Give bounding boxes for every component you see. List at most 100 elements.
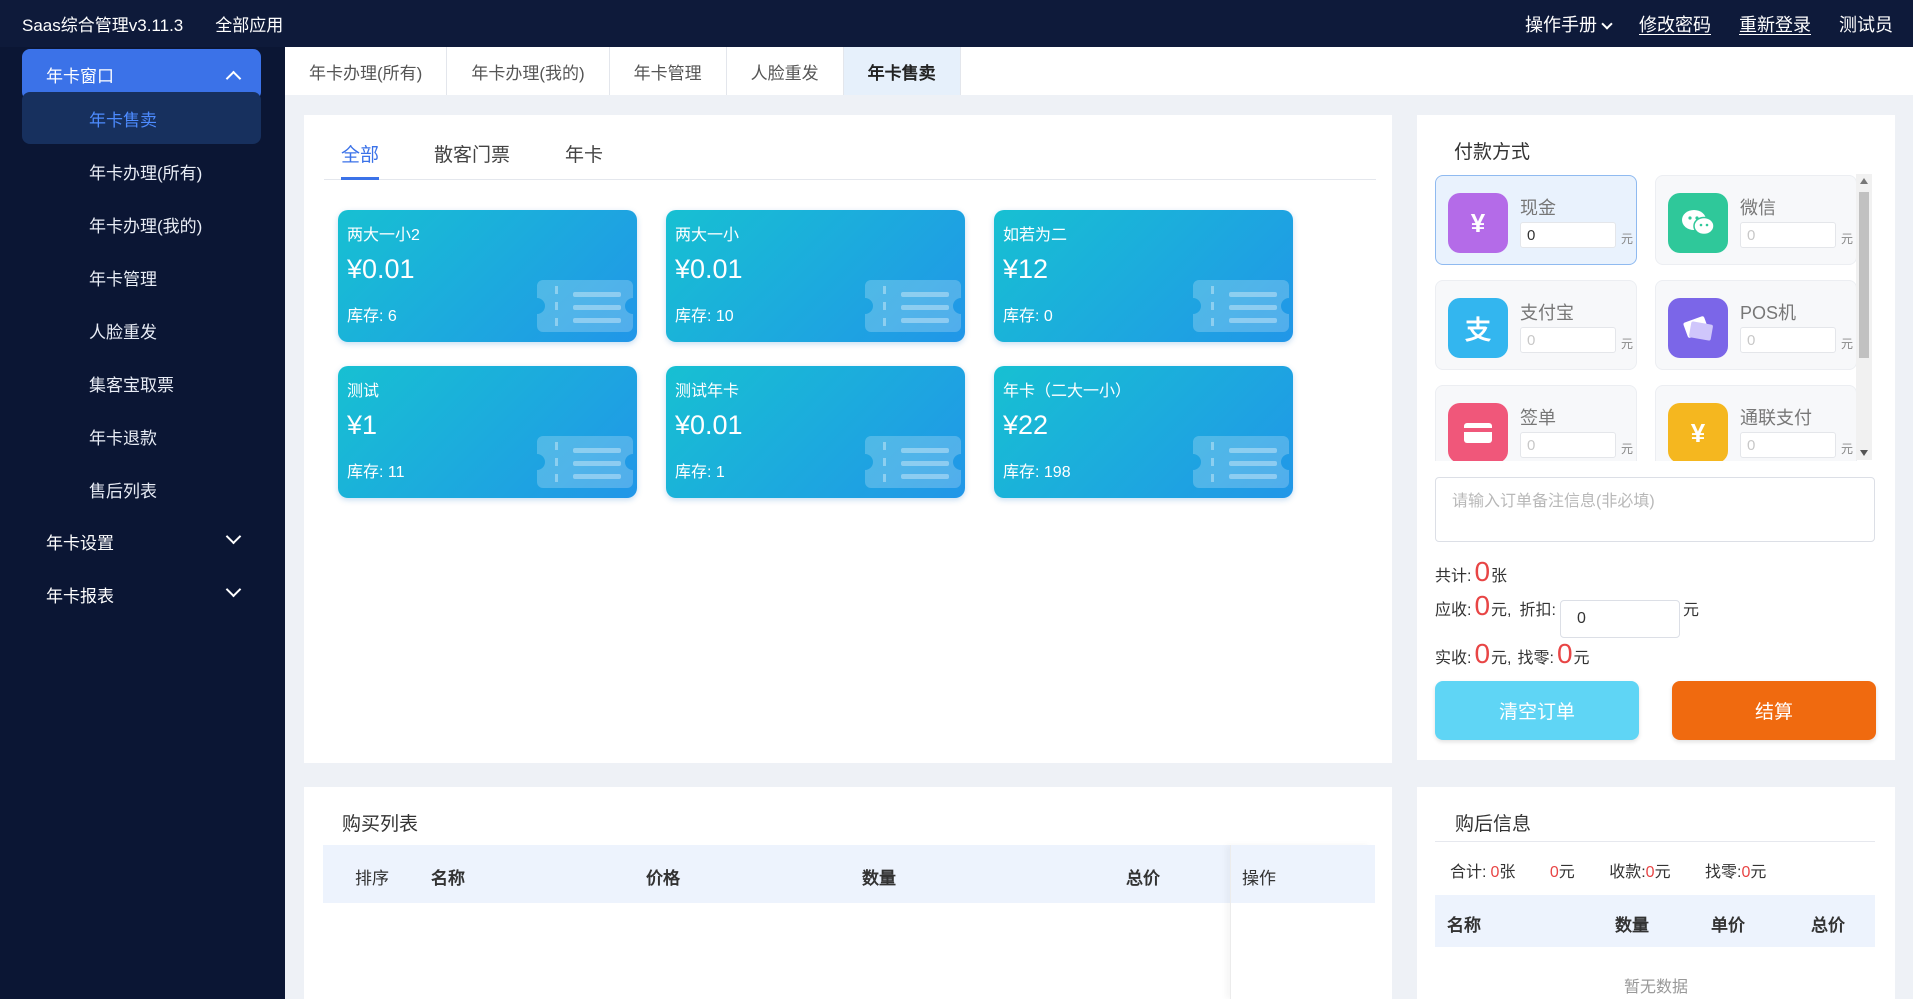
change-unit: 元: [1573, 650, 1590, 667]
product-stock: 库存: 10: [675, 302, 734, 326]
manual-dropdown[interactable]: 操作手册: [1525, 11, 1613, 37]
pay-method-label: 现金: [1520, 198, 1556, 218]
product-card[interactable]: 年卡（二大一小） ¥22 库存: 198: [994, 366, 1293, 498]
total-count-line: 共计: 0 张: [1435, 556, 1507, 588]
category-tab-annual-card[interactable]: 年卡: [548, 140, 603, 179]
sidebar-item-card-refund[interactable]: 年卡退款: [22, 410, 261, 462]
sidebar: 年卡窗口 年卡售卖 年卡办理(所有) 年卡办理(我的) 年卡管理 人脸重发 集客…: [0, 47, 285, 999]
product-price: ¥1: [347, 410, 378, 440]
pay-method-label: 支付宝: [1520, 303, 1574, 323]
after-table-header: 名称 数量 单价 总价: [1435, 895, 1875, 947]
change-password-link[interactable]: 修改密码: [1639, 11, 1711, 37]
col-quantity: 数量: [1615, 916, 1649, 935]
receivable-line: 应收: 0 元, 折扣: 元: [1435, 590, 1699, 638]
product-card[interactable]: 测试 ¥1 库存: 11: [338, 366, 637, 498]
sign-bill-amount-input[interactable]: [1520, 432, 1616, 458]
product-card[interactable]: 如若为二 ¥12 库存: 0: [994, 210, 1293, 342]
total-unit: 张: [1491, 568, 1508, 585]
chevron-up-icon: [225, 70, 242, 87]
receivable-amount: 0: [1474, 590, 1491, 621]
payment-scrollbar[interactable]: [1856, 174, 1872, 460]
category-tab-all[interactable]: 全部: [324, 140, 380, 180]
discount-input[interactable]: [1559, 600, 1680, 638]
change-label: 找零:: [1517, 650, 1554, 667]
scroll-up-icon[interactable]: [1860, 178, 1868, 184]
money-bag-icon: ¥: [1448, 193, 1508, 253]
col-name: 名称: [1447, 916, 1481, 935]
chevron-down-icon: [225, 528, 242, 545]
sidebar-group-card-settings[interactable]: 年卡设置: [22, 516, 261, 567]
stock-value: 10: [715, 308, 734, 325]
buy-list-title: 购买列表: [342, 814, 419, 835]
pay-method-wechat[interactable]: 微信 元: [1655, 175, 1857, 265]
sidebar-group-label: 年卡设置: [46, 534, 114, 553]
after-yuan: 元: [1654, 864, 1671, 881]
pay-method-label: 通联支付: [1740, 408, 1812, 428]
col-name: 名称: [431, 869, 465, 888]
alipay-icon: 支: [1448, 298, 1508, 358]
pos-amount-input[interactable]: [1740, 327, 1836, 353]
pay-method-pos[interactable]: POS机 元: [1655, 280, 1857, 370]
product-price: ¥0.01: [347, 254, 415, 284]
scroll-thumb[interactable]: [1859, 192, 1869, 358]
pay-method-sign-bill[interactable]: 签单 元: [1435, 385, 1637, 461]
sidebar-group-card-reports[interactable]: 年卡报表: [22, 569, 261, 620]
tab-card-manage[interactable]: 年卡管理: [610, 47, 727, 95]
col-price: 价格: [646, 869, 680, 888]
alipay-amount-input[interactable]: [1520, 327, 1616, 353]
tab-card-handle-mine[interactable]: 年卡办理(我的): [447, 47, 610, 95]
actual-line: 实收: 0 元, 找零: 0 元: [1435, 638, 1590, 670]
settle-button[interactable]: 结算: [1672, 681, 1876, 740]
all-apps-link[interactable]: 全部应用: [215, 11, 283, 36]
sidebar-item-face-resend[interactable]: 人脸重发: [22, 304, 261, 356]
actual-amount: 0: [1474, 638, 1491, 669]
product-name: 两大一小2: [347, 227, 420, 244]
product-card[interactable]: 两大一小 ¥0.01 库存: 10: [666, 210, 965, 342]
sidebar-item-card-manage[interactable]: 年卡管理: [22, 251, 261, 303]
allinpay-amount-input[interactable]: [1740, 432, 1836, 458]
col-total: 总价: [1811, 916, 1845, 935]
unit-label: 元: [1621, 232, 1634, 246]
stock-value: 198: [1043, 464, 1071, 481]
stock-label: 库存:: [1003, 308, 1040, 325]
unit-label: 元: [1841, 337, 1854, 351]
app-brand: Saas综合管理v3.11.3: [22, 16, 184, 35]
product-price: ¥22: [1003, 410, 1049, 440]
after-total-label: 合计:: [1450, 864, 1487, 881]
product-price: ¥0.01: [675, 410, 743, 440]
tab-face-resend[interactable]: 人脸重发: [727, 47, 844, 95]
product-stock: 库存: 11: [347, 458, 405, 482]
actual-unit: 元,: [1491, 650, 1512, 667]
pay-method-allinpay[interactable]: ¥ 通联支付 元: [1655, 385, 1857, 461]
cash-amount-input[interactable]: [1520, 222, 1616, 248]
product-card[interactable]: 两大一小2 ¥0.01 库存: 6: [338, 210, 637, 342]
sidebar-item-card-sale[interactable]: 年卡售卖: [22, 92, 261, 144]
stock-value: 1: [715, 464, 725, 481]
category-tab-tickets[interactable]: 散客门票: [417, 140, 510, 179]
clear-order-button[interactable]: 清空订单: [1435, 681, 1639, 740]
scroll-down-icon[interactable]: [1860, 450, 1868, 456]
wechat-amount-input[interactable]: [1740, 222, 1836, 248]
pay-method-alipay[interactable]: 支 支付宝 元: [1435, 280, 1637, 370]
pay-method-cash[interactable]: ¥ 现金 元: [1435, 175, 1637, 265]
order-remark-input[interactable]: [1435, 477, 1875, 542]
sidebar-item-card-handle-mine[interactable]: 年卡办理(我的): [22, 198, 261, 250]
tab-card-sale[interactable]: 年卡售卖: [843, 47, 961, 95]
product-card[interactable]: 测试年卡 ¥0.01 库存: 1: [666, 366, 965, 498]
relogin-link[interactable]: 重新登录: [1739, 11, 1811, 37]
sidebar-item-ticket-pickup[interactable]: 集客宝取票: [22, 357, 261, 409]
stock-value: 11: [387, 464, 405, 481]
unit-label: 元: [1841, 442, 1854, 456]
after-purchase-title: 购后信息: [1455, 814, 1532, 835]
user-name[interactable]: 测试员: [1839, 11, 1893, 37]
ticket-icon: [1189, 270, 1293, 342]
after-change-label: 找零:: [1705, 864, 1742, 881]
top-header: Saas综合管理v3.11.3 全部应用 操作手册 修改密码 重新登录 测试员: [0, 0, 1913, 47]
sidebar-item-after-sale-list[interactable]: 售后列表: [22, 463, 261, 515]
product-stock: 库存: 198: [1003, 458, 1071, 482]
payment-methods: ¥ 现金 元 微信 元 支 支付宝 元 POS机 元: [1435, 175, 1875, 461]
tab-card-handle-all[interactable]: 年卡办理(所有): [285, 47, 448, 95]
total-label: 共计:: [1435, 568, 1472, 585]
sidebar-item-card-handle-all[interactable]: 年卡办理(所有): [22, 145, 261, 197]
yen-icon: ¥: [1668, 403, 1728, 461]
